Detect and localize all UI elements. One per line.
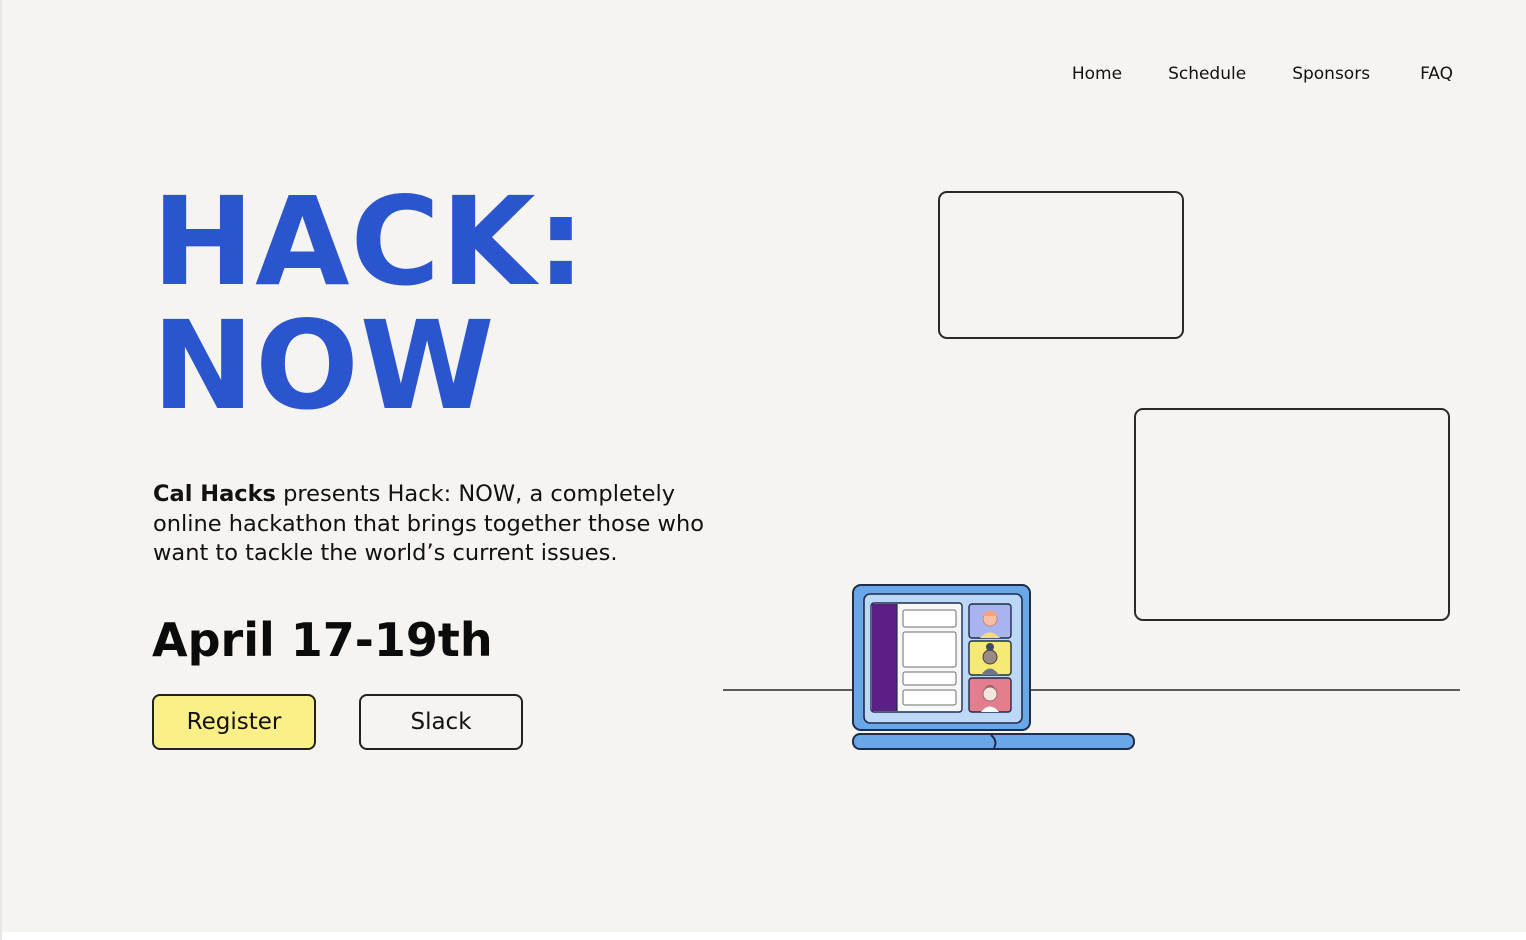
video-frame-icon (938, 191, 1184, 339)
event-date: April 17-19th (152, 613, 493, 667)
hero-title: HACK: NOW (152, 180, 586, 428)
nav-sponsors[interactable]: Sponsors (1292, 64, 1370, 84)
page-footer-edge (2, 932, 1526, 940)
laptop-icon (852, 584, 1031, 731)
video-call-avatar-icon (968, 640, 1012, 676)
hero-title-line-1: HACK: (152, 171, 587, 313)
video-call-avatar-icon (968, 677, 1012, 713)
video-frame-icon (1134, 408, 1450, 621)
nav-home[interactable]: Home (1072, 64, 1122, 84)
video-call-avatar-icon (968, 603, 1012, 639)
hero-description: Cal Hacks presents Hack: NOW, a complete… (153, 480, 713, 569)
slack-button[interactable]: Slack (359, 694, 523, 750)
top-nav: Home Schedule Sponsors FAQ (1072, 64, 1453, 84)
landing-page: Home Schedule Sponsors FAQ HACK: NOW Cal… (0, 0, 1526, 940)
register-button[interactable]: Register (152, 694, 316, 750)
nav-faq[interactable]: FAQ (1420, 64, 1453, 84)
brand-name: Cal Hacks (153, 481, 276, 507)
hero-title-line-2: NOW (152, 295, 496, 437)
nav-schedule[interactable]: Schedule (1168, 64, 1246, 84)
laptop-base-icon (852, 733, 1135, 750)
